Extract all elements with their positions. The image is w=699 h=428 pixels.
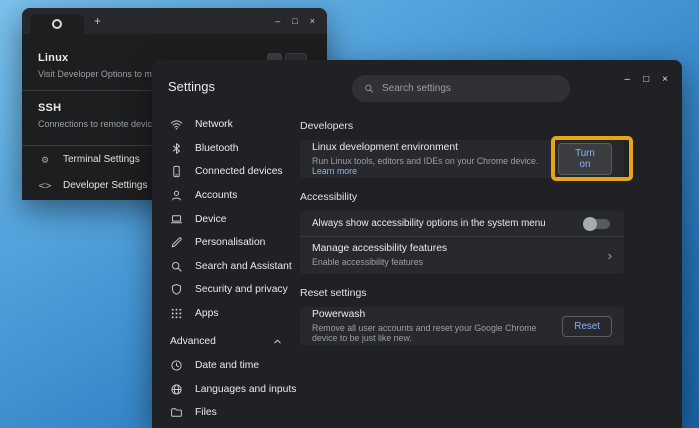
bluetooth-icon [170, 142, 183, 155]
phone-icon [170, 165, 183, 178]
accessibility-toggle[interactable] [583, 216, 610, 231]
page-title: Settings [168, 79, 215, 94]
search-icon [170, 260, 183, 273]
person-icon [170, 189, 183, 202]
sidebar-item-security-privacy[interactable]: Security and privacy [152, 278, 300, 302]
terminal-app-icon [52, 19, 62, 29]
sidebar-item-date-time[interactable]: Date and time [152, 354, 300, 378]
manage-accessibility-title: Manage accessibility features [312, 243, 448, 254]
chevron-right-icon: › [607, 247, 612, 263]
apps-grid-icon [170, 307, 183, 320]
sidebar-item-device[interactable]: Device [152, 207, 300, 231]
turn-on-button[interactable]: Turn on [557, 143, 612, 175]
accessibility-heading: Accessibility [300, 191, 358, 203]
sidebar-item-apps[interactable]: Apps [152, 302, 300, 326]
globe-icon [170, 383, 183, 396]
minimize-icon[interactable]: – [625, 74, 631, 85]
maximize-icon[interactable]: □ [643, 74, 649, 85]
wifi-icon [170, 118, 183, 131]
close-icon[interactable]: × [662, 74, 668, 85]
settings-content: Developers Linux development environment… [300, 112, 682, 425]
desktop: + – □ × Linux Visit Developer Options to… [0, 0, 699, 428]
sidebar-item-bluetooth[interactable]: Bluetooth [152, 137, 300, 161]
sidebar-item-connected-devices[interactable]: Connected devices [152, 160, 300, 184]
sidebar-item-personalisation[interactable]: Personalisation [152, 231, 300, 255]
clock-icon [170, 359, 183, 372]
laptop-icon [170, 213, 183, 226]
terminal-settings-label: Terminal Settings [63, 153, 140, 165]
linux-dev-title: Linux development environment [312, 142, 458, 153]
accessibility-toggle-row[interactable]: Always show accessibility options in the… [300, 211, 624, 236]
accessibility-toggle-label: Always show accessibility options in the… [312, 218, 546, 229]
pencil-icon [170, 236, 183, 249]
search-icon [365, 84, 374, 93]
linux-dev-subtitle: Run Linux tools, editors and IDEs on you… [312, 156, 539, 176]
learn-more-link[interactable]: Learn more [312, 166, 357, 176]
code-icon: <> [38, 178, 52, 192]
search-input[interactable] [381, 83, 558, 94]
terminal-window-controls: – □ × [275, 8, 315, 34]
gear-icon: ⚙ [41, 152, 49, 166]
linux-dev-environment-row: Linux development environment Run Linux … [300, 136, 633, 181]
new-tab-button[interactable]: + [94, 8, 101, 34]
accessibility-card: Always show accessibility options in the… [300, 211, 624, 274]
sidebar-item-search-assistant[interactable]: Search and Assistant [152, 255, 300, 279]
chevron-up-icon [271, 335, 284, 348]
minimize-icon[interactable]: – [275, 16, 280, 26]
sidebar-item-files[interactable]: Files [152, 401, 300, 425]
developers-heading: Developers [300, 120, 354, 132]
powerwash-subtitle: Remove all user accounts and reset your … [312, 323, 537, 343]
settings-window: Settings – □ × Network [152, 60, 682, 428]
maximize-icon[interactable]: □ [292, 16, 297, 26]
manage-accessibility-subtitle: Enable accessibility features [312, 257, 423, 267]
folder-icon [170, 406, 183, 419]
developer-settings-label: Developer Settings [63, 179, 148, 191]
terminal-tabbar: + – □ × [22, 8, 327, 34]
powerwash-title: Powerwash [312, 309, 366, 320]
search-bar[interactable] [352, 75, 570, 102]
settings-header: Settings – □ × [152, 60, 682, 112]
reset-button[interactable]: Reset [562, 315, 612, 337]
settings-sidebar: Network Bluetooth Connected devices Acco… [152, 112, 300, 425]
sidebar-item-network[interactable]: Network [152, 113, 300, 137]
sidebar-item-advanced[interactable]: Advanced [152, 329, 300, 353]
settings-window-controls: – □ × [625, 69, 668, 89]
sidebar-item-accounts[interactable]: Accounts [152, 184, 300, 208]
powerwash-row: Powerwash Remove all user accounts and r… [300, 307, 624, 345]
sidebar-item-languages-inputs[interactable]: Languages and inputs [152, 378, 300, 402]
shield-icon [170, 283, 183, 296]
manage-accessibility-row[interactable]: Manage accessibility features Enable acc… [300, 236, 624, 274]
terminal-tab[interactable] [30, 14, 84, 34]
reset-settings-heading: Reset settings [300, 287, 367, 299]
close-icon[interactable]: × [310, 16, 315, 26]
